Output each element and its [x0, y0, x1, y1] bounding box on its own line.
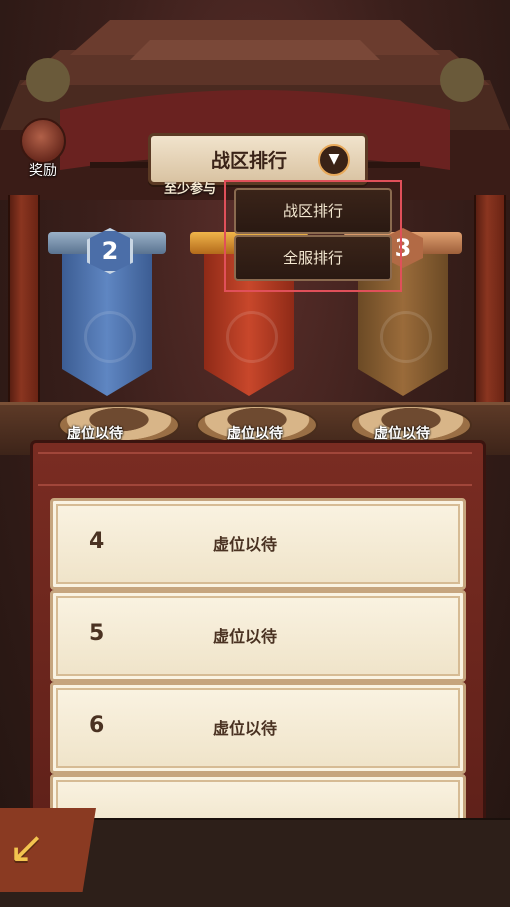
back-button[interactable]: ↙ [0, 808, 96, 892]
ranking-type-dropdown: 战区排行 全服排行 [224, 180, 402, 292]
row-rank: 4 [89, 529, 105, 554]
left-pillar [8, 195, 40, 425]
chevron-down-icon: ▼ [328, 151, 340, 167]
participation-note: 至少参与 [164, 182, 217, 197]
row-name: 虚位以待 [213, 719, 278, 738]
reward-chest-icon [20, 118, 66, 164]
reward-button[interactable]: 奖励 [18, 118, 68, 180]
ranking-row[interactable]: 5 虚位以待 [50, 590, 466, 682]
dropdown-toggle-button[interactable]: ▼ [318, 144, 350, 176]
dropdown-option-server-ranking[interactable]: 全服排行 [234, 235, 392, 281]
ranking-row[interactable]: 4 虚位以待 [50, 498, 466, 590]
ranking-row[interactable]: 6 虚位以待 [50, 682, 466, 774]
back-arrow-icon: ↙ [8, 822, 45, 873]
row-name: 虚位以待 [213, 535, 278, 554]
ranking-screen: 奖励 战区排行 ▼ 至少参与 2 3 虚位以待 虚位以待 虚位以待 4 虚位以待… [0, 0, 510, 907]
row-rank: 5 [89, 621, 105, 646]
dropdown-option-zone-ranking[interactable]: 战区排行 [234, 188, 392, 234]
panel-trim [38, 452, 472, 486]
podium-banner-2: 2 [48, 228, 166, 396]
row-rank: 6 [89, 713, 105, 738]
page-title: 战区排行 [211, 150, 288, 172]
reward-label: 奖励 [29, 163, 57, 179]
right-pillar [474, 195, 506, 425]
row-name: 虚位以待 [213, 627, 278, 646]
